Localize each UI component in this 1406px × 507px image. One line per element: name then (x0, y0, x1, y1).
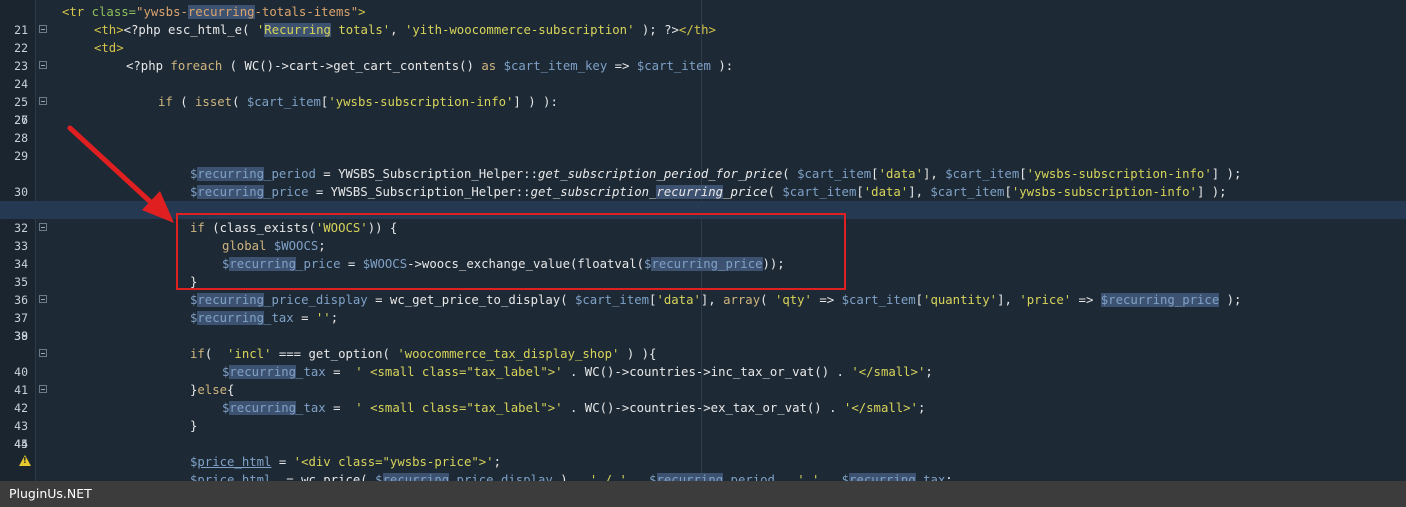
footer-bar: PluginUs.NET (0, 481, 1406, 507)
arrow-icon (67, 125, 174, 223)
code-editor[interactable]: 21 <tr class="ywsbs-recurring-totals-ite… (0, 0, 1406, 481)
footer-brand: PluginUs.NET (9, 486, 92, 501)
